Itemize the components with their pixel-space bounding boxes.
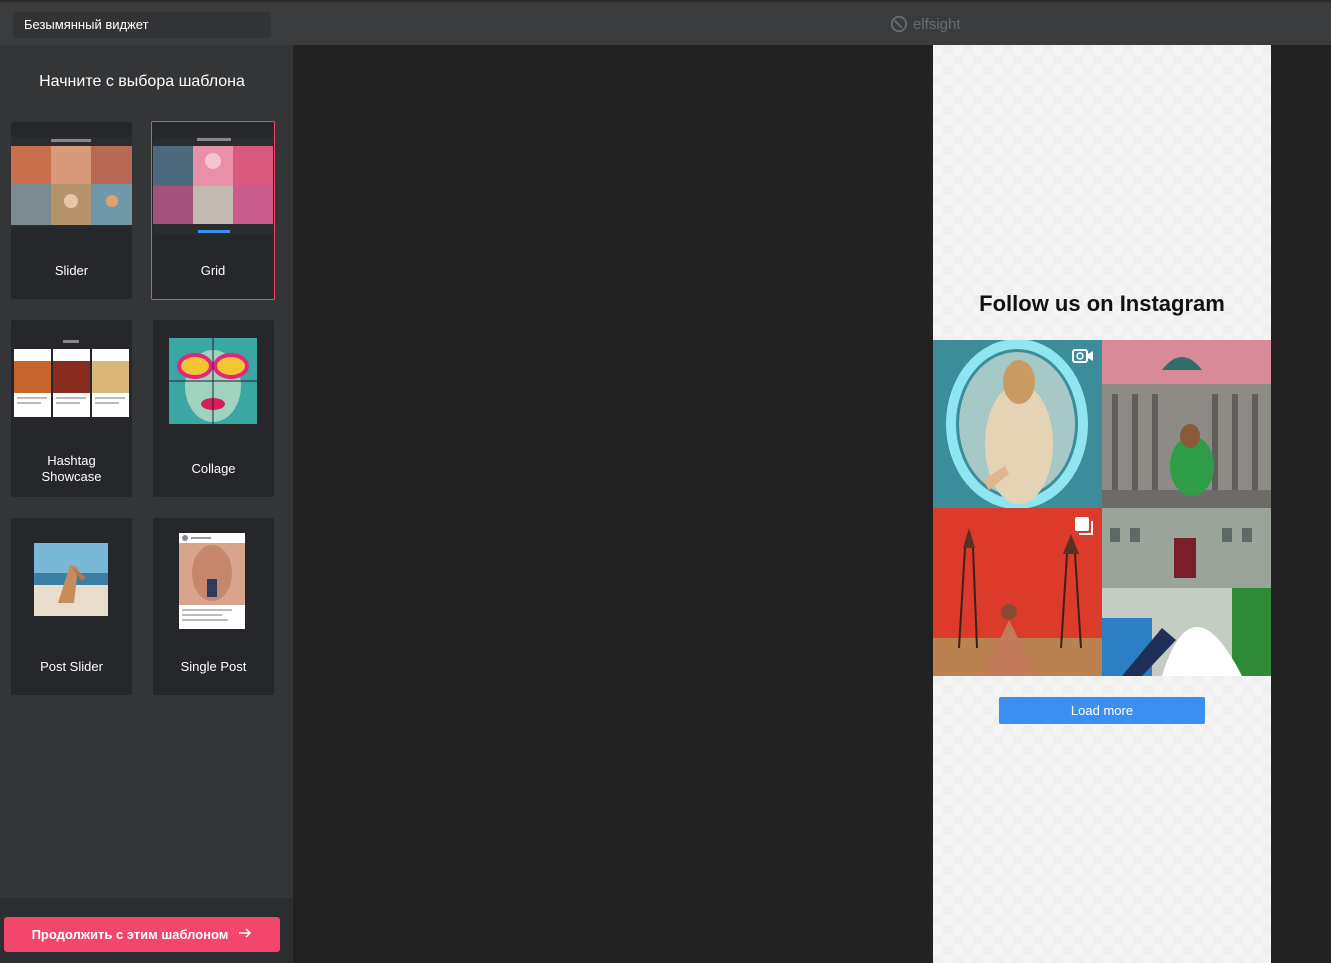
template-label-post-slider: Post Slider: [40, 659, 103, 674]
sidebar-footer: Продолжить с этим шаблоном: [0, 898, 293, 963]
hashtag-showcase-preview-image: [11, 339, 132, 419]
template-label-hashtag-showcase: Hashtag Showcase: [41, 453, 102, 484]
video-icon: [1072, 348, 1094, 369]
arrow-right-icon: [238, 927, 252, 942]
preview-title: Follow us on Instagram: [979, 291, 1225, 316]
collage-preview-image: [169, 338, 257, 424]
instagram-post-tile[interactable]: [1102, 340, 1271, 508]
instagram-post-tile[interactable]: [933, 508, 1102, 676]
brand-name: elfsight: [913, 15, 961, 33]
elfsight-logo-icon: [890, 15, 908, 33]
gallery-icon: [1074, 516, 1094, 541]
template-label-grid: Grid: [200, 263, 226, 278]
template-card-collage[interactable]: Collage: [153, 320, 274, 497]
continue-button[interactable]: Продолжить с этим шаблоном: [4, 917, 280, 952]
brand-logo: elfsight: [890, 14, 961, 34]
template-card-post-slider[interactable]: Post Slider: [11, 518, 132, 695]
template-card-single-post[interactable]: Single Post: [153, 518, 274, 695]
load-more-button[interactable]: Load more: [999, 697, 1205, 724]
post-slider-preview-image: [34, 543, 108, 616]
continue-button-label: Продолжить с этим шаблоном: [31, 927, 229, 942]
single-post-preview-image: [179, 533, 245, 629]
top-bar: Безымянный виджет elfsight: [0, 0, 1331, 45]
template-card-slider[interactable]: Slider: [11, 122, 132, 299]
sidebar-title: Начните с выбора шаблона: [39, 73, 245, 90]
template-label-slider: Slider: [54, 263, 89, 278]
template-card-grid[interactable]: Grid: [151, 121, 275, 300]
template-label-collage: Collage: [191, 461, 236, 476]
template-label-single-post: Single Post: [180, 659, 247, 674]
template-card-hashtag-showcase[interactable]: Hashtag Showcase: [11, 320, 132, 497]
instagram-post-tile[interactable]: [1102, 508, 1271, 676]
instagram-post-tile[interactable]: [933, 340, 1102, 508]
slider-preview-image: [11, 137, 132, 227]
template-sidebar: Начните с выбора шаблона Slider Grid Has…: [0, 45, 293, 963]
widget-name-field[interactable]: Безымянный виджет: [13, 12, 271, 38]
widget-preview: Follow us on Instagram Load more: [933, 45, 1271, 963]
grid-preview-image: [153, 137, 273, 235]
